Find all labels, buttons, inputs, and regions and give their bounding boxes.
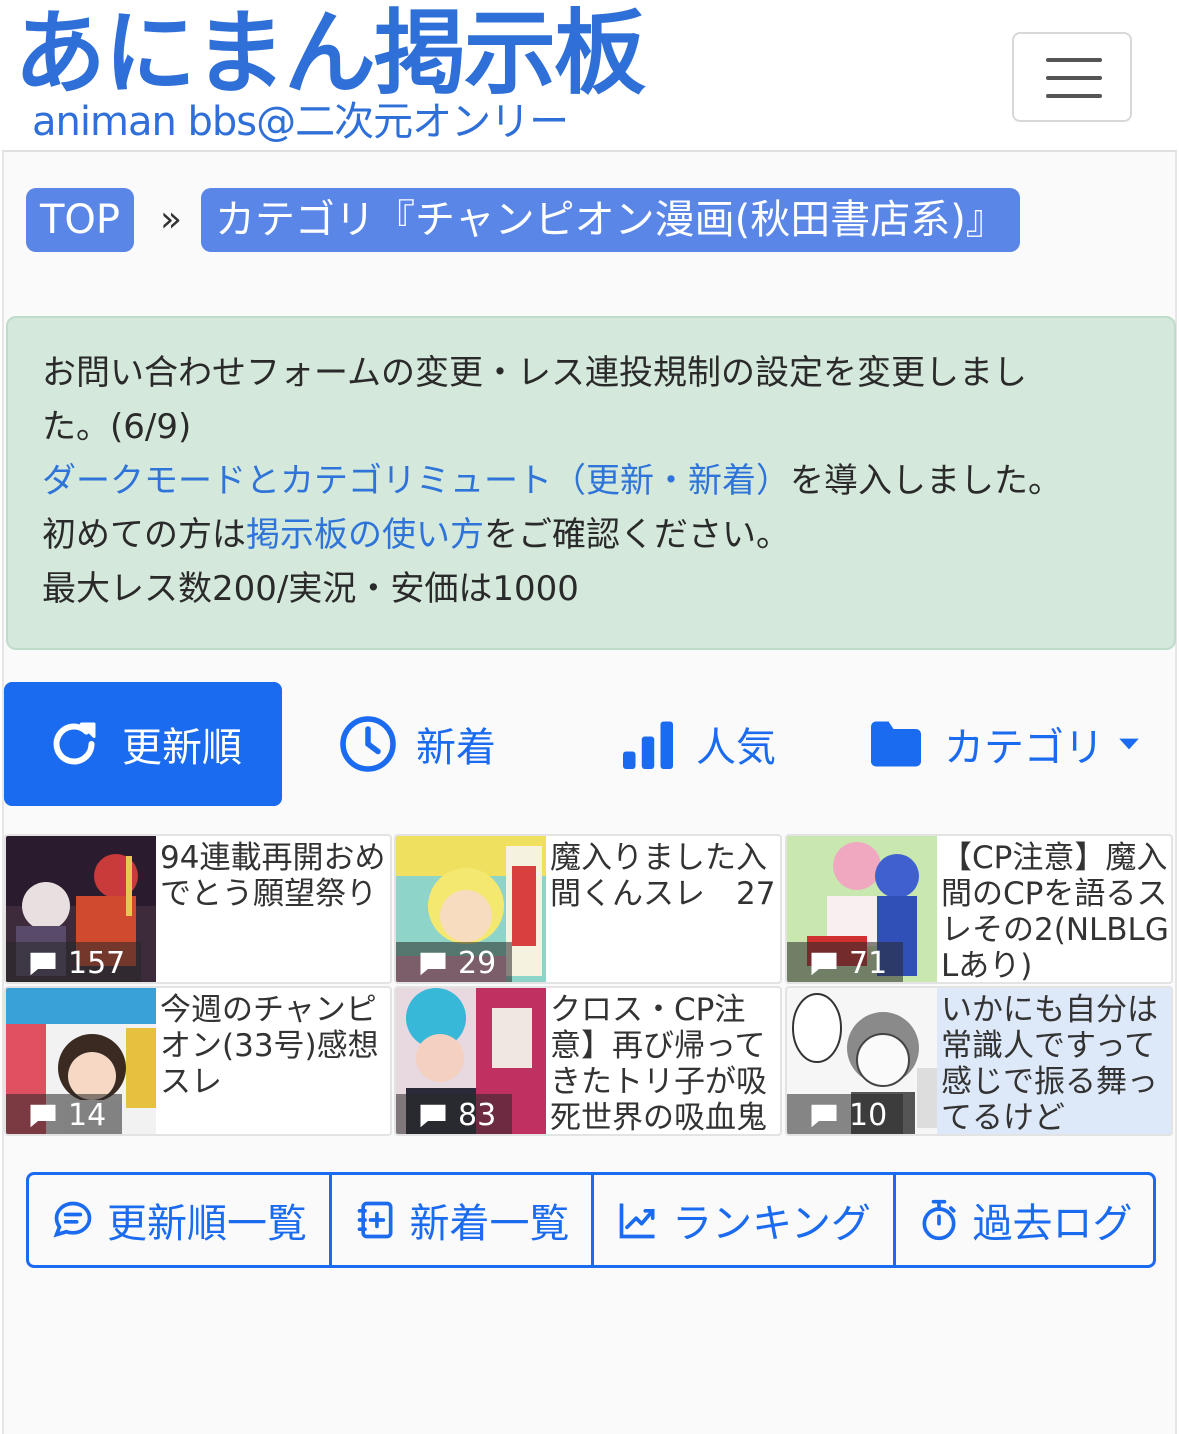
comment-icon [420,952,446,976]
hamburger-icon-bar [1046,76,1102,80]
updated-list-button[interactable]: 更新順一覧 [29,1175,332,1265]
tab-popular[interactable]: 人気 [618,682,776,806]
thread-title: クロス・CP注意】再び帰ってきたトリ子が吸死世界の吸血鬼 [550,992,767,1136]
notice-line: た。(6/9) [42,407,192,447]
thread-thumbnail: 14 [6,988,156,1134]
thread-card[interactable]: 29 魔入りました入間くんスレ 27 [394,834,782,984]
thread-card[interactable]: 14 今週のチャンピオン(33号)感想スレ [4,986,392,1136]
thread-title: 【CP注意】魔入間のCPを語るスレその2(NLBLGLあり) [941,840,1169,984]
refresh-icon [53,722,96,765]
stopwatch-icon [922,1199,955,1241]
hamburger-icon [1046,58,1102,62]
archive-log-button[interactable]: 過去ログ [896,1175,1153,1265]
thread-title: 94連載再開おめでとう願望祭り [160,840,386,912]
reply-count-badge: 29 [396,942,513,982]
tab-label: 人気 [696,725,776,771]
notice-text: をご確認ください。 [484,515,790,555]
thread-title: 魔入りました入間くんスレ 27 [550,840,776,912]
tab-category[interactable]: カテゴリ [866,682,1142,806]
tab-label: 新着 [416,725,496,771]
comment-icon [420,1104,446,1128]
breadcrumb-category[interactable]: カテゴリ『チャンピオン漫画(秋田書店系)』 [201,188,1020,252]
tab-updated[interactable]: 更新順 [4,682,282,806]
thread-thumbnail: 71 [787,836,937,982]
notice-line: 最大レス数200/実況・安価は1000 [42,569,579,609]
tab-label: 更新順 [122,725,242,771]
thread-card[interactable]: 83 クロス・CP注意】再び帰ってきたトリ子が吸死世界の吸血鬼 [394,986,782,1136]
tab-new[interactable]: 新着 [338,682,496,806]
caret-down-icon [1119,738,1139,750]
chat-icon [53,1201,92,1238]
guide-link[interactable]: 掲示板の使い方 [246,515,484,555]
comment-icon [811,952,837,976]
thread-thumbnail: 10 [787,988,937,1134]
trending-icon [619,1203,655,1239]
new-list-button[interactable]: 新着一覧 [332,1175,594,1265]
comment-icon [30,952,56,976]
logo-title: あにまん掲示板 [14,0,646,107]
thread-thumbnail: 83 [396,988,546,1134]
reply-count-badge: 14 [6,1094,123,1134]
breadcrumb-top[interactable]: TOP [26,188,135,252]
site-logo[interactable]: あにまん掲示板 animan bbs@二次元オンリー [14,4,646,145]
notice-line: お問い合わせフォームの変更・レス連投規制の設定を変更しまし [42,353,1027,393]
clock-icon [340,716,396,772]
breadcrumb-separator: » [160,199,183,240]
thread-title: 今週のチャンピオン(33号)感想スレ [160,992,379,1100]
comment-icon [30,1104,56,1128]
notice-box: お問い合わせフォームの変更・レス連投規制の設定を変更しまし た。(6/9) ダー… [6,316,1176,650]
thread-card[interactable]: 157 94連載再開おめでとう願望祭り [4,834,392,984]
reply-count-badge: 10 [787,1094,904,1134]
reply-count-badge: 71 [787,942,904,982]
thread-title: いかにも自分は常識人ですって感じで振る舞ってるけど [941,992,1158,1136]
thread-thumbnail: 29 [396,836,546,982]
bar-chart-icon [623,721,673,769]
comment-icon [811,1104,837,1128]
folder-icon [871,721,921,767]
notice-line: ダークモードとカテゴリミュート（更新・新着）を導入しました。 [42,454,1140,508]
logo-subtitle: animan bbs@二次元オンリー [32,99,569,145]
main-content: TOP » カテゴリ『チャンピオン漫画(秋田書店系)』 お問い合わせフォームの変… [2,150,1177,1434]
hamburger-icon-bar [1046,94,1102,98]
thread-card[interactable]: 71 【CP注意】魔入間のCPを語るスレその2(NLBLGLあり) [785,834,1173,984]
ranking-button[interactable]: ランキング [594,1175,896,1265]
reply-count-badge: 83 [396,1094,513,1134]
new-post-icon [357,1201,392,1239]
thread-thumbnail: 157 [6,836,156,982]
thread-card[interactable]: 10 いかにも自分は常識人ですって感じで振る舞ってるけど [785,986,1173,1136]
notice-text: 初めての方は [42,515,246,555]
reply-count-badge: 157 [6,942,142,982]
dark-mode-link[interactable]: ダークモードとカテゴリミュート（更新・新着） [42,461,790,501]
tab-label: カテゴリ [944,725,1104,771]
site-header: あにまん掲示板 animan bbs@二次元オンリー [0,0,1179,150]
menu-toggle-button[interactable] [1012,32,1132,122]
notice-text: を導入しました。 [790,461,1062,501]
list-button-group: 更新順一覧 新着一覧 ランキング 過去ログ [26,1172,1156,1268]
notice-line: 初めての方は掲示板の使い方をご確認ください。 [42,508,1140,562]
